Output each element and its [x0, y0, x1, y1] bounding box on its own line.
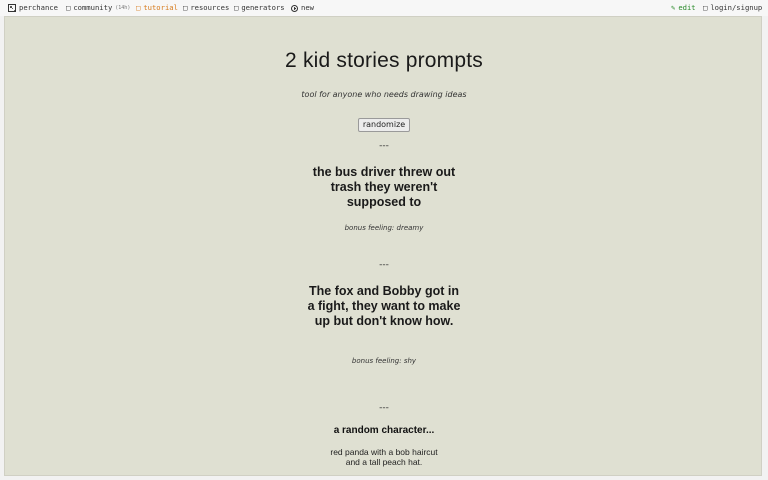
plus-circle-icon — [291, 4, 298, 12]
pencil-icon: ✎ — [671, 3, 676, 12]
brand-label: perchance — [19, 3, 58, 12]
randomize-button[interactable]: randomize — [358, 118, 410, 132]
tutorial-link[interactable]: □ tutorial — [136, 3, 178, 13]
community-label: community — [73, 3, 113, 12]
list-icon: □ — [234, 3, 239, 12]
edit-label: edit — [678, 3, 696, 12]
character-description: red panda with a bob haircut and a tall … — [330, 447, 438, 467]
top-nav-bar: perchance □ community (14h) □ tutorial □… — [0, 0, 768, 16]
new-generator-link[interactable]: new — [291, 3, 314, 13]
login-label: login/signup — [710, 3, 763, 12]
new-label: new — [301, 3, 314, 12]
folder-icon: □ — [183, 3, 188, 12]
prompt-text-2: The fox and Bobby got in a fight, they w… — [307, 284, 461, 328]
resources-link[interactable]: □ resources — [183, 3, 229, 13]
community-count: (14h) — [115, 5, 131, 11]
chat-icon: □ — [66, 3, 71, 12]
page-subtitle: tool for anyone who needs drawing ideas — [301, 90, 467, 99]
user-icon: □ — [703, 3, 708, 12]
generators-link[interactable]: □ generators — [234, 3, 285, 13]
divider-3: --- — [379, 403, 389, 413]
perchance-home-link[interactable]: perchance — [8, 3, 58, 13]
login-signup-link[interactable]: □ login/signup — [703, 3, 762, 13]
edit-link[interactable]: ✎ edit — [671, 3, 696, 13]
bonus-feeling-1: bonus feeling: dreamy — [344, 224, 424, 232]
resources-label: resources — [190, 3, 230, 12]
page-title: 2 kid stories prompts — [285, 49, 483, 72]
prompt-text-1: the bus driver threw out trash they were… — [312, 165, 456, 209]
dice-logo-icon — [8, 4, 16, 12]
character-heading: a random character... — [333, 425, 435, 436]
generator-output-panel: 2 kid stories prompts tool for anyone wh… — [4, 16, 762, 476]
book-icon: □ — [136, 3, 141, 12]
divider-1: --- — [379, 141, 389, 151]
community-link[interactable]: □ community (14h) — [66, 3, 130, 13]
generators-label: generators — [241, 3, 285, 12]
bonus-feeling-2: bonus feeling: shy — [351, 357, 417, 365]
tutorial-label: tutorial — [143, 3, 178, 12]
divider-2: --- — [379, 260, 389, 270]
